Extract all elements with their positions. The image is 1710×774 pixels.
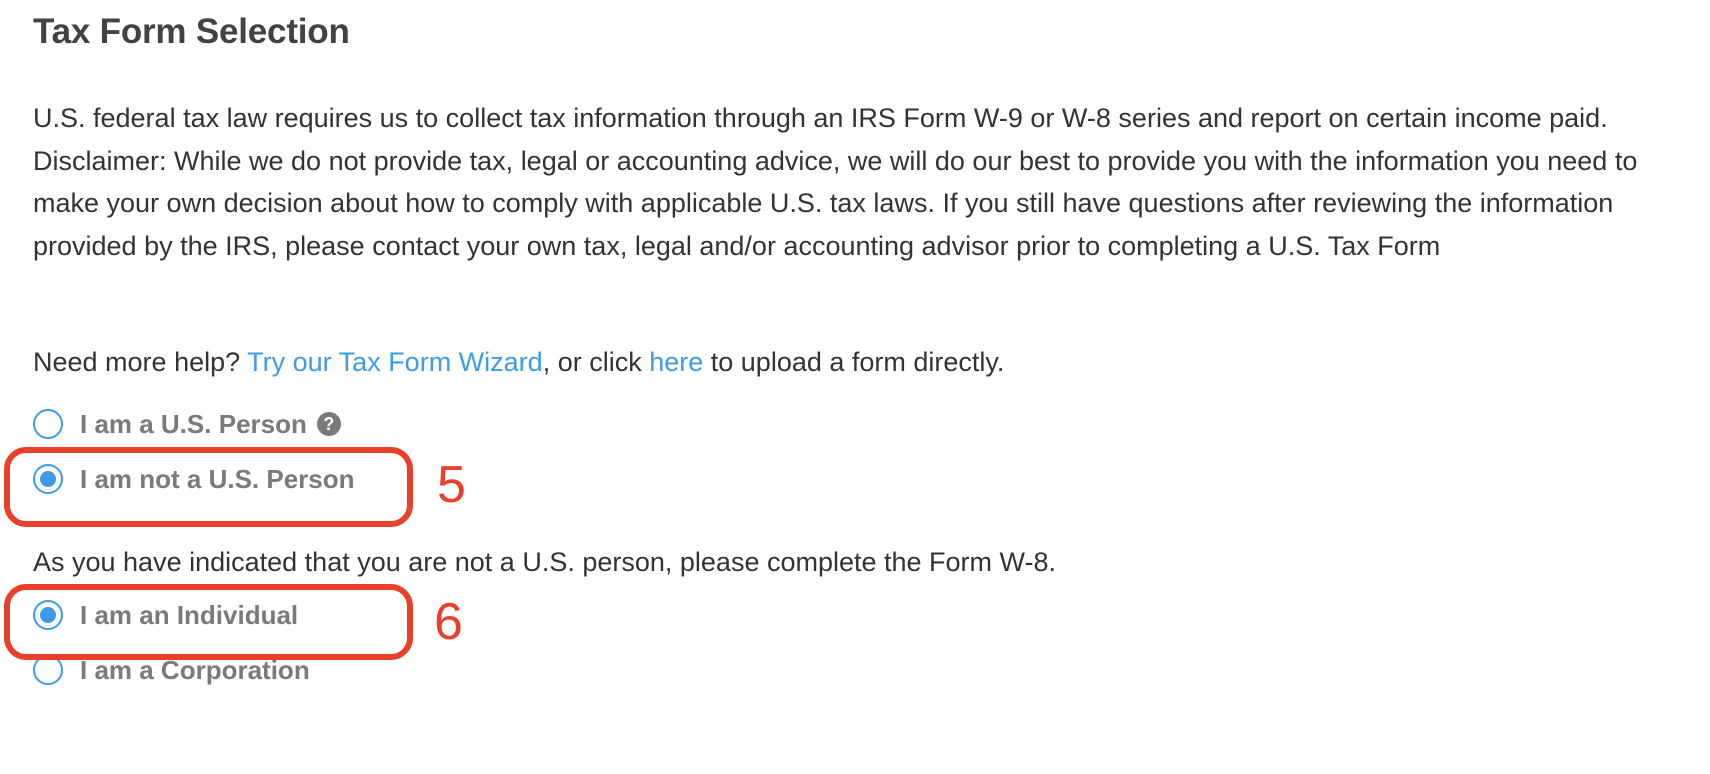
question-mark-icon[interactable]: ? [316,412,341,436]
help-prefix: Need more help? [33,347,248,377]
page-title: Tax Form Selection [33,12,350,51]
radio-button[interactable] [33,409,63,439]
help-suffix: to upload a form directly. [703,347,1005,377]
radio-label-us-person: I am a U.S. Person [80,408,307,439]
radio-label-individual: I am an Individual [80,599,299,630]
annotation-number-5: 5 [437,456,466,514]
radio-not-us-person[interactable]: I am not a U.S. Person [33,461,355,497]
help-line: Need more help? Try our Tax Form Wizard,… [33,342,1004,382]
upload-here-link[interactable]: here [649,347,703,377]
disclaimer-text: U.S. federal tax law requires us to coll… [33,103,1638,261]
w8-notice-text: As you have indicated that you are not a… [33,547,1057,577]
radio-button-selected[interactable] [33,600,63,630]
radio-individual[interactable]: I am an Individual [33,597,298,633]
radio-corporation[interactable]: I am a Corporation [33,652,310,688]
radio-label-corporation: I am a Corporation [80,654,310,685]
radio-button-selected[interactable] [33,464,63,494]
tax-form-wizard-link[interactable]: Try our Tax Form Wizard [247,347,543,377]
radio-button[interactable] [33,655,63,685]
annotation-number-6: 6 [434,593,463,651]
help-middle: , or click [542,347,650,377]
radio-label-not-us-person: I am not a U.S. Person [80,463,355,494]
radio-us-person[interactable]: I am a U.S. Person ? [33,406,341,442]
